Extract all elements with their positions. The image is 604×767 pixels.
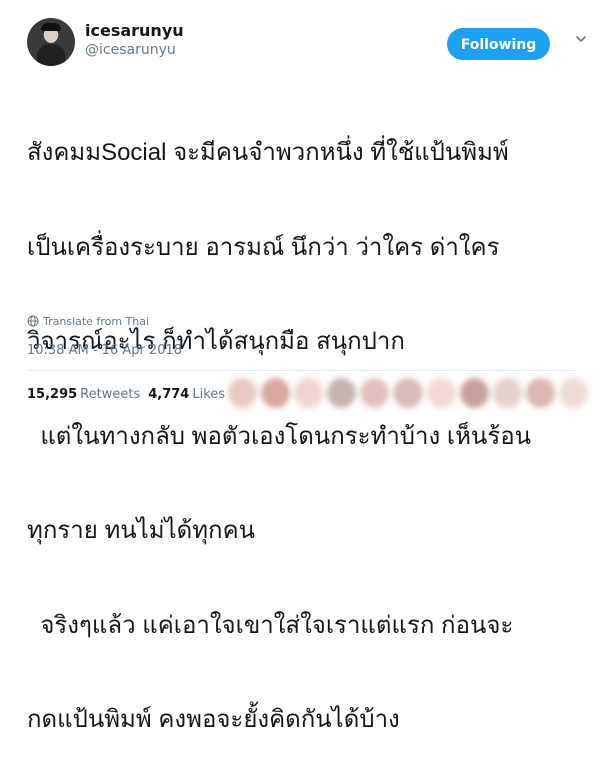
tweet-stats: 15,295 Retweets 4,774 Likes [27, 383, 225, 405]
liker-avatar[interactable] [426, 378, 456, 408]
user-avatar[interactable] [27, 18, 75, 66]
liker-avatar[interactable] [261, 378, 291, 408]
divider [27, 370, 577, 371]
liker-avatar[interactable] [459, 378, 489, 408]
tweet-line: ทุกราย ทนไม่ได้ทุกคน [27, 517, 256, 544]
liker-avatar[interactable] [228, 378, 258, 408]
liker-avatar[interactable] [558, 378, 589, 408]
tweet-line: เป็นเครื่องระบาย อารมณ์ นึกว่า ว่าใคร ด่… [27, 233, 500, 261]
liker-avatar[interactable] [525, 378, 555, 408]
tweet-timestamp[interactable]: 10:38 AM - 16 Apr 2018 [27, 343, 182, 358]
liker-avatar[interactable] [393, 378, 423, 408]
translate-link[interactable]: Translate from Thai [27, 313, 149, 329]
likes-stat[interactable]: 4,774 Likes [148, 387, 225, 402]
tweet-text: สังคมมSocial จะมีคนจำพวกหนึ่ง ที่ใช้แป้น… [27, 74, 587, 767]
tweet-line: จริงๆแล้ว แค่เอาใจเขาใส่ใจเราแต่แรก ก่อน… [27, 611, 514, 639]
retweets-stat[interactable]: 15,295 Retweets [27, 387, 140, 402]
liker-avatar[interactable] [327, 378, 357, 408]
following-button[interactable]: Following [447, 28, 550, 60]
avatar-torso [37, 44, 65, 66]
liker-avatar[interactable] [360, 378, 390, 408]
liker-avatar[interactable] [492, 378, 522, 408]
tweet-header: icesarunyu @icesarunyu Following [27, 18, 587, 70]
chevron-down-icon[interactable] [574, 32, 588, 46]
likes-count: 4,774 [148, 386, 190, 402]
translate-label: Translate from Thai [43, 314, 150, 328]
liker-avatar[interactable] [294, 378, 324, 408]
avatar-cap [41, 23, 61, 31]
tweet-line: สังคมมSocial จะมีคนจำพวกหนึ่ง ที่ใช้แป้น… [27, 139, 509, 166]
user-handle[interactable]: @icesarunyu [85, 42, 176, 58]
tweet-line: แต่ในทางกลับ พอตัวเองโดนกระทำบ้าง เห็นร้… [27, 422, 532, 450]
retweets-label: Retweets [80, 386, 141, 402]
likes-label: Likes [192, 386, 226, 402]
globe-icon [27, 315, 39, 327]
tweet-line: กดแป้นพิมพ์ คงพอจะยั้งคิดกันได้บ้าง [27, 706, 400, 733]
display-name[interactable]: icesarunyu [85, 21, 184, 40]
retweets-count: 15,295 [27, 386, 78, 402]
liker-avatars [228, 376, 589, 410]
